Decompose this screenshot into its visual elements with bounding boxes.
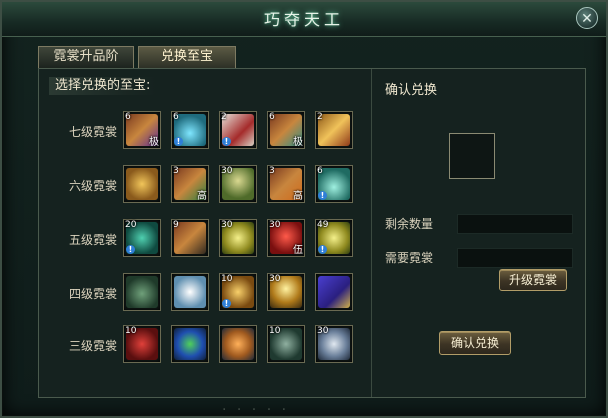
remaining-quantity-label: 剩余数量 bbox=[385, 217, 434, 231]
treasure-slot[interactable]: 10 bbox=[267, 325, 305, 363]
item-count: 30 bbox=[269, 274, 281, 284]
item-count: 49 bbox=[317, 220, 329, 230]
row-label: 五级霓裳 bbox=[68, 233, 117, 247]
treasure-slot[interactable]: 30 bbox=[219, 219, 257, 257]
item-grade-tag: 极 bbox=[293, 137, 303, 148]
treasure-slot[interactable]: 30 bbox=[219, 165, 257, 203]
item-count: 30 bbox=[269, 220, 281, 230]
treasure-slot[interactable]: 6极 bbox=[267, 111, 305, 149]
item-count: 3 bbox=[269, 166, 275, 176]
treasure-slot[interactable]: 2 bbox=[315, 111, 353, 149]
item-count: 3 bbox=[173, 166, 179, 176]
treasure-slot[interactable]: 20! bbox=[123, 219, 161, 257]
green-beast-icon bbox=[126, 276, 158, 308]
treasure-slot[interactable]: 30 bbox=[267, 273, 305, 311]
treasure-slot[interactable] bbox=[123, 165, 161, 203]
item-count: 30 bbox=[221, 166, 233, 176]
info-badge-icon: ! bbox=[126, 245, 135, 254]
item-count: 30 bbox=[317, 326, 329, 336]
item-count: 9 bbox=[173, 220, 179, 230]
item-count: 10 bbox=[221, 274, 233, 284]
required-garment-label: 需要霓裳 bbox=[385, 251, 434, 265]
row-label: 六级霓裳 bbox=[68, 179, 117, 193]
item-grade-tag: 极 bbox=[149, 137, 159, 148]
row-label: 七级霓裳 bbox=[68, 125, 117, 139]
tab-upgrade-garment[interactable]: 霓裳升品阶 bbox=[38, 46, 134, 68]
treasure-slot[interactable] bbox=[123, 273, 161, 311]
item-count: 6 bbox=[269, 112, 275, 122]
item-count: 30 bbox=[221, 220, 233, 230]
treasure-slot[interactable]: 10 bbox=[123, 325, 161, 363]
golden-ore-icon bbox=[126, 168, 158, 200]
treasure-chest-icon bbox=[318, 276, 350, 308]
tab-exchange-treasure[interactable]: 兑换至宝 bbox=[138, 46, 236, 68]
treasure-slot[interactable]: 30 伍 bbox=[267, 219, 305, 257]
item-count: 20 bbox=[125, 220, 137, 230]
info-badge-icon: ! bbox=[318, 191, 327, 200]
globe-icon bbox=[174, 328, 206, 360]
bottom-decoration: · · · · · bbox=[222, 402, 290, 418]
item-grade-tag: 高 bbox=[293, 191, 303, 202]
selected-item-preview bbox=[449, 133, 495, 179]
treasure-selection-panel: 选择兑换的至宝: 七级霓裳 6 极 6! 2! 6 极 2 六级霓裳 3 高 30 3 高 6! 五级霓裳 20… bbox=[39, 69, 372, 397]
title-bar[interactable]: 巧夺天工 ✕ bbox=[2, 2, 606, 37]
info-badge-icon: ! bbox=[222, 137, 231, 146]
item-count: 2 bbox=[221, 112, 227, 122]
item-count: 6 bbox=[317, 166, 323, 176]
remaining-quantity-value bbox=[457, 214, 573, 234]
confirm-heading: 确认兑换 bbox=[385, 83, 438, 98]
item-count: 2 bbox=[317, 112, 323, 122]
treasure-slot[interactable]: 9 bbox=[171, 219, 209, 257]
treasure-slot[interactable]: 30 bbox=[315, 325, 353, 363]
treasure-slot[interactable]: 6! bbox=[171, 111, 209, 149]
selection-heading: 选择兑换的至宝: bbox=[49, 77, 157, 95]
treasure-slot[interactable]: 2! bbox=[219, 111, 257, 149]
info-badge-icon: ! bbox=[174, 137, 183, 146]
required-garment-value bbox=[457, 248, 573, 268]
fire-swirl-icon bbox=[222, 328, 254, 360]
item-count: 10 bbox=[269, 326, 281, 336]
exchange-window: 巧夺天工 ✕ 霓裳升品阶 兑换至宝 选择兑换的至宝: 七级霓裳 6 极 6! 2! 6 极 2… bbox=[0, 0, 608, 418]
treasure-slot[interactable]: 6! bbox=[315, 165, 353, 203]
treasure-slot[interactable] bbox=[315, 273, 353, 311]
info-badge-icon: ! bbox=[318, 245, 327, 254]
treasure-slot[interactable]: 3高 bbox=[171, 165, 209, 203]
item-grade-tag: 伍 bbox=[293, 245, 303, 256]
upgrade-garment-button[interactable]: 升级霓裳 bbox=[499, 269, 567, 291]
close-icon[interactable]: ✕ bbox=[576, 7, 598, 29]
item-count: 6 bbox=[125, 112, 131, 122]
treasure-slot[interactable]: 10! bbox=[219, 273, 257, 311]
item-count: 6 bbox=[173, 112, 179, 122]
treasure-slot[interactable]: 49! bbox=[315, 219, 353, 257]
main-panel: 选择兑换的至宝: 七级霓裳 6 极 6! 2! 6 极 2 六级霓裳 3 高 30 3 高 6! 五级霓裳 20… bbox=[38, 68, 586, 398]
row-label: 四级霓裳 bbox=[68, 287, 117, 301]
info-badge-icon: ! bbox=[222, 299, 231, 308]
confirm-exchange-button[interactable]: 确认兑换 bbox=[439, 331, 511, 355]
row-label: 三级霓裳 bbox=[68, 339, 117, 353]
treasure-slot[interactable]: 3高 bbox=[267, 165, 305, 203]
porcelain-vase-icon bbox=[174, 276, 206, 308]
item-grade-tag: 高 bbox=[197, 191, 207, 202]
item-count: 10 bbox=[125, 326, 137, 336]
window-title: 巧夺天工 bbox=[263, 10, 344, 29]
treasure-slot[interactable] bbox=[171, 325, 209, 363]
treasure-slot[interactable] bbox=[219, 325, 257, 363]
treasure-slot[interactable]: 6极 bbox=[123, 111, 161, 149]
treasure-slot[interactable] bbox=[171, 273, 209, 311]
